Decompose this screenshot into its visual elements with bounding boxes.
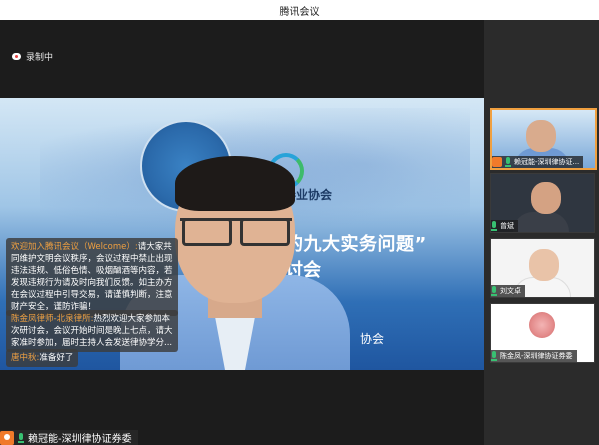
- microphone-icon: [491, 286, 497, 296]
- chat-sender: 陈金凤律师-北泉律所:: [11, 314, 94, 324]
- participant-body: [513, 212, 569, 232]
- main-speaker-name: 赖冠能-深圳律协证券委: [28, 434, 132, 445]
- slide-association-bottom: 协会: [360, 332, 385, 346]
- chat-message: 唐中秋:准备好了: [6, 349, 79, 367]
- user-avatar-icon: [492, 157, 502, 167]
- participant-tile[interactable]: 曾斌: [490, 173, 595, 233]
- chat-message: 欢迎加入腾讯会议（Welcome）:请大家共同维护文明会议秩序，会议过程中禁止出…: [6, 238, 178, 316]
- participant-tile[interactable]: 刘文卓: [490, 238, 595, 298]
- participant-label: 曾斌: [491, 220, 518, 232]
- participant-name: 陈金凤-深圳律协证券委: [500, 352, 573, 360]
- microphone-icon: [491, 221, 497, 231]
- participant-label: 刘文卓: [491, 285, 525, 297]
- participant-head: [526, 120, 556, 152]
- chat-sender: 欢迎加入腾讯会议（Welcome）:: [11, 242, 138, 252]
- profile-avatar: [529, 312, 555, 338]
- participant-name: 曾斌: [500, 222, 514, 230]
- recording-indicator[interactable]: 录制中: [12, 50, 53, 63]
- participant-tile[interactable]: 陈金凤-深圳律协证券委: [490, 303, 595, 363]
- participant-label: 赖冠能-深圳律协证...: [492, 156, 584, 168]
- participant-label: 陈金凤-深圳律协证券委: [491, 350, 577, 362]
- recording-label: 录制中: [26, 53, 54, 63]
- chat-text: 请大家共同维护文明会议秩序，会议过程中禁止出现违法违规、低俗色情、吸烟酗酒等内容…: [11, 242, 173, 312]
- speaker-hair: [175, 156, 295, 211]
- recording-icon: [12, 53, 21, 60]
- window-title: 腾讯会议: [279, 7, 320, 18]
- participant-sidebar: 赖冠能-深圳律协证... 曾斌 刘文卓 陈金凤-深圳律协证券委: [484, 20, 599, 445]
- participant-name: 刘文卓: [500, 287, 521, 295]
- title-bar: 腾讯会议: [0, 0, 599, 21]
- participant-head: [529, 249, 559, 281]
- participant-tile[interactable]: 赖冠能-深圳律协证...: [490, 108, 597, 170]
- user-avatar-icon: [0, 430, 14, 445]
- chat-text: 准备好了: [39, 353, 74, 363]
- chat-message: 陈金凤律师-北泉律所:热烈欢迎大家参加本次研讨会，会议开始时间是晚上七点，请大家…: [6, 310, 178, 352]
- main-speaker-label: 赖冠能-深圳律协证券委: [0, 430, 138, 445]
- microphone-icon: [491, 351, 497, 361]
- participant-name: 赖冠能-深圳律协证...: [514, 158, 580, 166]
- meeting-stage: 录制中 证券业协会 的九大实务问题” 讨会 协会 欢迎加入腾讯会议（Welcom…: [0, 20, 488, 445]
- chat-sender: 唐中秋:: [11, 353, 40, 363]
- microphone-icon: [18, 432, 24, 443]
- microphone-icon: [505, 157, 511, 167]
- speaker-glasses: [180, 218, 292, 246]
- participant-head: [531, 182, 561, 214]
